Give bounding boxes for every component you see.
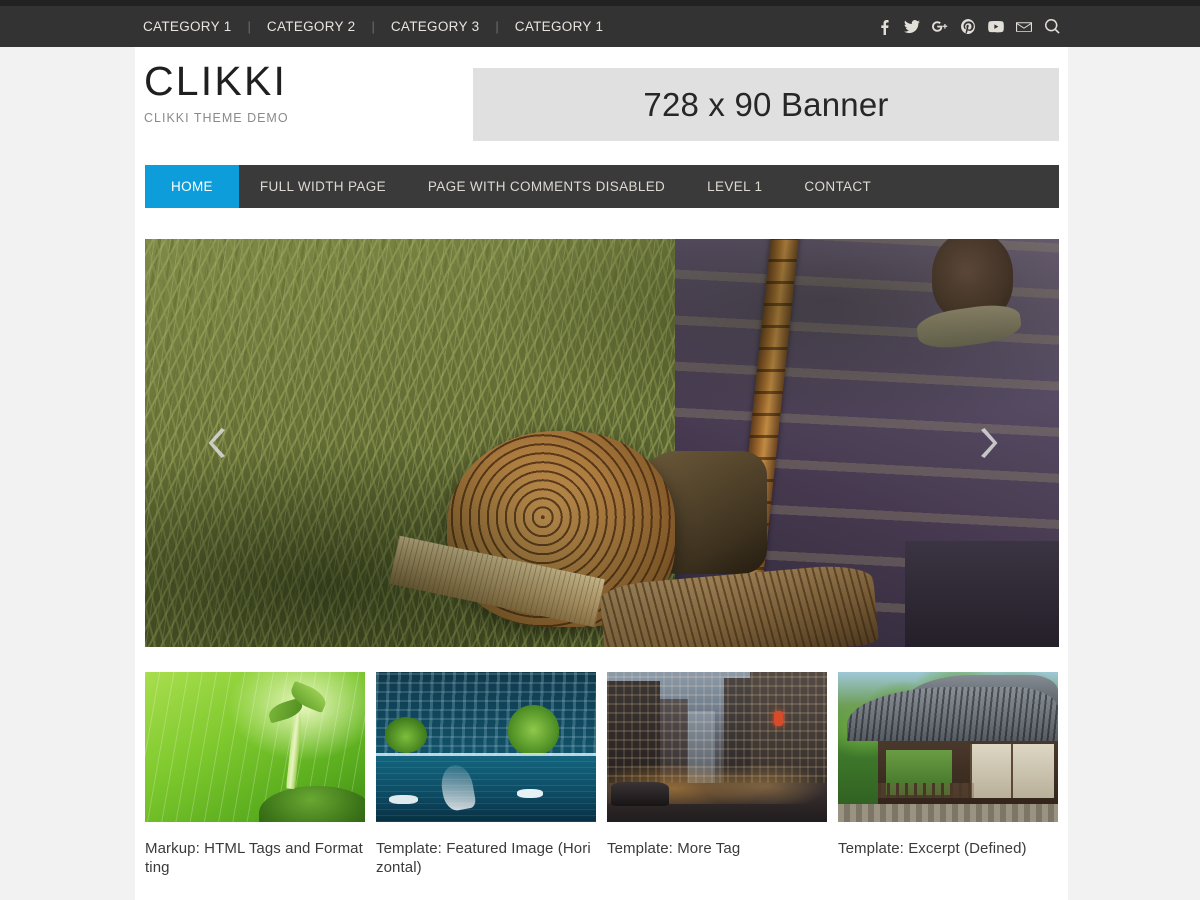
site-branding[interactable]: CLIKKI CLIKKI THEME DEMO	[144, 61, 289, 126]
post-title-link[interactable]: Template: More Tag	[607, 839, 827, 858]
lake-tree-right	[508, 705, 559, 755]
hanok-image	[838, 672, 1058, 822]
lake-image	[376, 672, 596, 822]
post-thumbnail-hanok[interactable]	[838, 672, 1058, 822]
nav-item-contact[interactable]: CONTACT	[783, 165, 892, 208]
hero-vignette	[145, 239, 1059, 647]
post-title-link[interactable]: Template: Excerpt (Defined)	[838, 839, 1058, 858]
email-icon[interactable]	[1016, 18, 1032, 35]
site-logo-title[interactable]: CLIKKI	[144, 61, 289, 102]
nav-item-level-1[interactable]: LEVEL 1	[686, 165, 783, 208]
pinterest-icon[interactable]	[960, 18, 976, 35]
hanok-stone-base	[838, 804, 1058, 822]
post-title-link[interactable]: Markup: HTML Tags and Formatting	[145, 839, 365, 877]
slider-next-arrow-icon[interactable]	[971, 421, 1005, 465]
header-ad-banner[interactable]: 728 x 90 Banner	[473, 68, 1059, 141]
lake-water	[376, 756, 596, 822]
nav-item-page-with-comments-disabled[interactable]: PAGE WITH COMMENTS DISABLED	[407, 165, 686, 208]
city-car	[611, 781, 669, 806]
hanok-railing	[877, 783, 975, 798]
page-content-container: CLIKKI CLIKKI THEME DEMO 728 x 90 Banner…	[135, 47, 1068, 900]
category-separator: |	[371, 19, 375, 34]
category-link-1[interactable]: CATEGORY 1	[143, 19, 232, 34]
hero-slide-image	[145, 239, 1059, 647]
site-tagline: CLIKKI THEME DEMO	[144, 111, 289, 125]
post-card: Markup: HTML Tags and Formatting	[145, 672, 365, 892]
post-card: Template: Excerpt (Defined)	[838, 672, 1058, 892]
category-separator: |	[495, 19, 499, 34]
category-link-2[interactable]: CATEGORY 2	[267, 19, 356, 34]
social-links	[876, 18, 1060, 35]
post-thumbnail-sprout[interactable]	[145, 672, 365, 822]
post-title-link[interactable]: Template: Featured Image (Horizontal)	[376, 839, 596, 877]
google-plus-icon[interactable]	[932, 18, 948, 35]
twitter-icon[interactable]	[904, 18, 920, 35]
category-links: CATEGORY 1 | CATEGORY 2 | CATEGORY 3 | C…	[143, 19, 603, 34]
city-image	[607, 672, 827, 822]
nav-item-home[interactable]: HOME	[145, 165, 239, 208]
post-card: Template: More Tag	[607, 672, 827, 892]
hanok-wall-panels	[970, 744, 1054, 798]
sprout-image	[145, 672, 365, 822]
sprout-stem	[286, 710, 304, 790]
category-link-4[interactable]: CATEGORY 1	[515, 19, 604, 34]
top-category-bar: CATEGORY 1 | CATEGORY 2 | CATEGORY 3 | C…	[0, 6, 1200, 47]
post-card: Template: Featured Image (Horizontal)	[376, 672, 596, 892]
traffic-light-icon	[774, 711, 783, 726]
slider-prev-arrow-icon[interactable]	[201, 421, 235, 465]
sprout-moss	[259, 786, 365, 822]
category-link-3[interactable]: CATEGORY 3	[391, 19, 480, 34]
post-grid: Markup: HTML Tags and Formatting Templat…	[145, 672, 1059, 892]
search-icon[interactable]	[1044, 18, 1060, 35]
post-thumbnail-lake[interactable]	[376, 672, 596, 822]
banner-label: 728 x 90 Banner	[643, 85, 889, 123]
site-header: CLIKKI CLIKKI THEME DEMO 728 x 90 Banner	[135, 47, 1068, 158]
hero-slider[interactable]	[145, 239, 1059, 647]
lake-boat-right	[516, 789, 544, 798]
main-navigation: HOME FULL WIDTH PAGE PAGE WITH COMMENTS …	[145, 165, 1059, 208]
facebook-icon[interactable]	[876, 18, 892, 35]
post-thumbnail-city[interactable]	[607, 672, 827, 822]
youtube-icon[interactable]	[988, 18, 1004, 35]
category-separator: |	[247, 19, 251, 34]
lake-tree-left	[384, 717, 427, 753]
nav-item-full-width-page[interactable]: FULL WIDTH PAGE	[239, 165, 407, 208]
lake-boat-left	[389, 795, 418, 804]
